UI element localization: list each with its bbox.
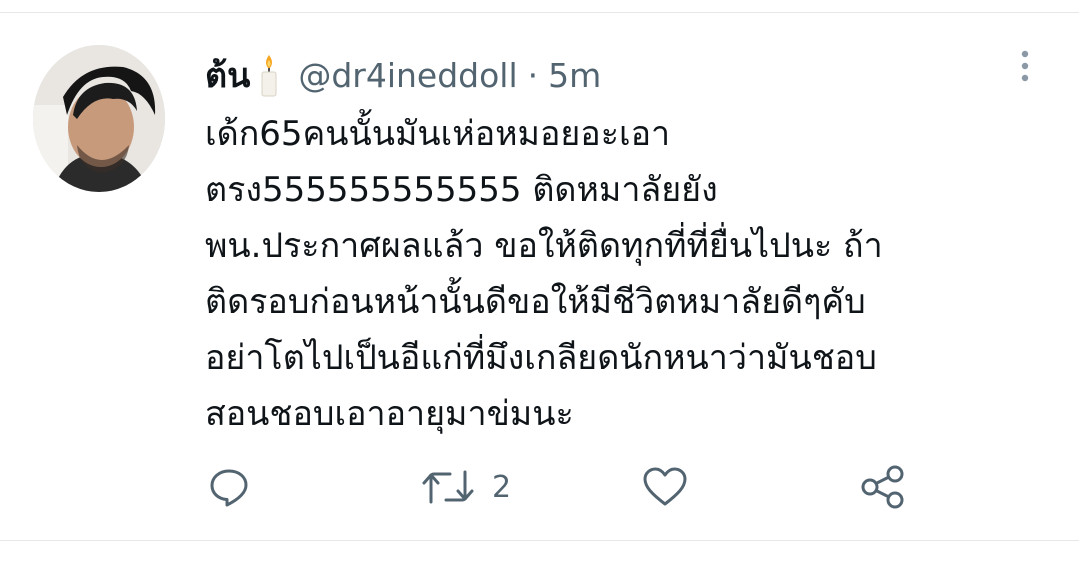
retweet-icon bbox=[422, 470, 474, 504]
avatar-photo bbox=[33, 45, 165, 192]
tweet-header: ต้น @dr4ineddoll · 5m bbox=[205, 50, 601, 100]
user-handle[interactable]: @dr4ineddoll bbox=[298, 56, 517, 95]
reply-button[interactable] bbox=[208, 462, 250, 512]
reply-icon bbox=[210, 469, 248, 507]
candle-icon bbox=[258, 53, 280, 97]
retweet-count: 2 bbox=[492, 469, 512, 505]
avatar[interactable] bbox=[33, 45, 165, 192]
bottom-divider bbox=[0, 540, 1079, 541]
tweet-text: เด้ก65คนนั้นมันเห่อหมอยอะเอา ตรง55555555… bbox=[205, 114, 883, 434]
timestamp[interactable]: 5m bbox=[548, 56, 601, 95]
top-divider bbox=[0, 12, 1079, 13]
heart-icon bbox=[643, 467, 687, 506]
share-button[interactable] bbox=[858, 462, 908, 512]
separator-dot: · bbox=[527, 55, 539, 95]
share-icon bbox=[861, 465, 904, 509]
retweet-button[interactable]: 2 bbox=[420, 462, 511, 512]
more-options-icon[interactable] bbox=[1010, 48, 1040, 86]
display-name[interactable]: ต้น bbox=[205, 48, 250, 102]
like-button[interactable] bbox=[642, 462, 688, 512]
